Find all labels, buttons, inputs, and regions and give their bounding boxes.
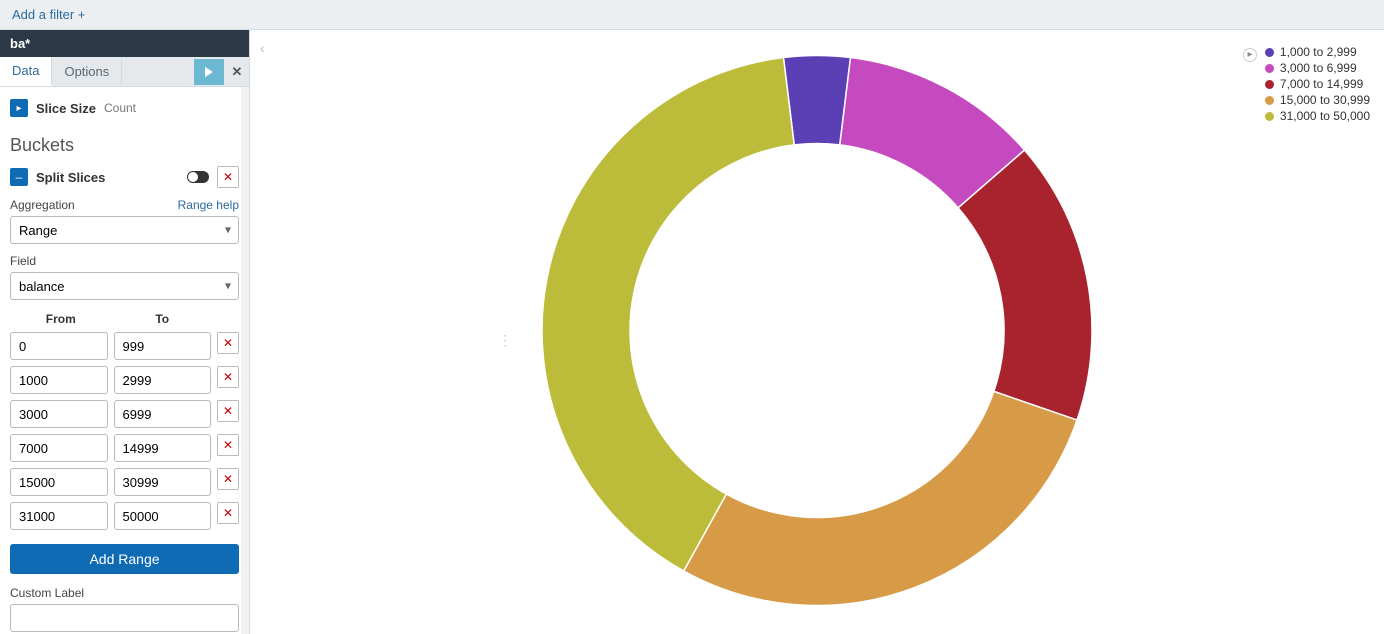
range-remove-button[interactable]: ✕ (217, 502, 239, 524)
range-from-input[interactable] (10, 502, 108, 530)
donut-chart (537, 51, 1097, 614)
editor-tab-row: Data Options ✕ (0, 57, 249, 87)
range-to-input[interactable] (114, 434, 212, 462)
from-header: From (10, 312, 112, 326)
add-range-button[interactable]: Add Range (10, 544, 239, 574)
split-slices-label: Split Slices (36, 170, 105, 185)
filter-bar: Add a filter + (0, 0, 1384, 30)
range-from-input[interactable] (10, 332, 108, 360)
vis-editor-panel: ba* Data Options ✕ ▸ Slice Size Count Bu… (0, 30, 250, 634)
legend-item[interactable]: 15,000 to 30,999 (1265, 92, 1370, 108)
aggregation-label: Aggregation (10, 198, 75, 212)
metric-row: ▸ Slice Size Count (10, 95, 239, 127)
legend-label: 15,000 to 30,999 (1280, 92, 1370, 108)
range-remove-button[interactable]: ✕ (217, 332, 239, 354)
donut-slice[interactable] (783, 56, 850, 145)
legend-item[interactable]: 1,000 to 2,999 (1265, 44, 1370, 60)
play-icon (204, 67, 214, 77)
aggregation-select[interactable] (10, 216, 239, 244)
discard-changes-button[interactable]: ✕ (225, 64, 249, 80)
custom-label-input[interactable] (10, 604, 239, 632)
legend-label: 7,000 to 14,999 (1280, 76, 1363, 92)
donut-slice[interactable] (684, 391, 1077, 605)
legend-swatch-icon (1265, 96, 1274, 105)
buckets-heading: Buckets (10, 135, 239, 156)
legend-item[interactable]: 7,000 to 14,999 (1265, 76, 1370, 92)
visualization-area: ‹ ⋮ ▸ 1,000 to 2,9993,000 to 6,9997,000 … (250, 30, 1384, 634)
range-row: ✕ (10, 400, 239, 428)
split-slices-row: – Split Slices ✕ (10, 166, 239, 188)
legend-label: 31,000 to 50,000 (1280, 108, 1370, 124)
range-from-input[interactable] (10, 434, 108, 462)
collapse-panel-icon[interactable]: ‹ (260, 40, 265, 56)
metric-toggle-icon[interactable]: ▸ (10, 99, 28, 117)
tab-options[interactable]: Options (52, 58, 122, 85)
range-to-input[interactable] (114, 502, 212, 530)
add-filter-link[interactable]: Add a filter + (12, 7, 85, 22)
legend: 1,000 to 2,9993,000 to 6,9997,000 to 14,… (1265, 44, 1370, 124)
legend-swatch-icon (1265, 80, 1274, 89)
range-remove-button[interactable]: ✕ (217, 366, 239, 388)
panel-scrollbar[interactable] (241, 87, 249, 634)
range-to-input[interactable] (114, 468, 212, 496)
legend-swatch-icon (1265, 64, 1274, 73)
split-enable-toggle[interactable] (187, 171, 209, 183)
metric-label: Slice Size (36, 101, 96, 116)
range-remove-button[interactable]: ✕ (217, 400, 239, 422)
split-collapse-icon[interactable]: – (10, 168, 28, 186)
legend-label: 1,000 to 2,999 (1280, 44, 1357, 60)
range-remove-button[interactable]: ✕ (217, 434, 239, 456)
field-label: Field (10, 254, 36, 268)
metric-value: Count (104, 101, 136, 115)
range-row: ✕ (10, 502, 239, 530)
range-to-input[interactable] (114, 332, 212, 360)
range-from-input[interactable] (10, 468, 108, 496)
index-pattern[interactable]: ba* (0, 30, 249, 57)
range-to-input[interactable] (114, 366, 212, 394)
tab-data[interactable]: Data (0, 57, 52, 86)
range-row: ✕ (10, 434, 239, 462)
add-filter-text: Add a filter (12, 7, 74, 22)
legend-swatch-icon (1265, 48, 1274, 57)
plus-icon: + (78, 7, 86, 22)
legend-swatch-icon (1265, 112, 1274, 121)
resize-handle[interactable]: ⋮ (498, 332, 512, 349)
to-header: To (112, 312, 214, 326)
legend-item[interactable]: 3,000 to 6,999 (1265, 60, 1370, 76)
range-row: ✕ (10, 366, 239, 394)
apply-changes-button[interactable] (194, 59, 224, 85)
legend-toggle-icon[interactable]: ▸ (1243, 48, 1257, 62)
range-from-input[interactable] (10, 366, 108, 394)
range-row: ✕ (10, 468, 239, 496)
legend-label: 3,000 to 6,999 (1280, 60, 1357, 76)
split-remove-button[interactable]: ✕ (217, 166, 239, 188)
range-help-link[interactable]: Range help (178, 198, 239, 212)
range-from-input[interactable] (10, 400, 108, 428)
field-select[interactable] (10, 272, 239, 300)
range-row: ✕ (10, 332, 239, 360)
custom-label-label: Custom Label (10, 586, 239, 600)
donut-slice[interactable] (958, 150, 1092, 420)
donut-slice[interactable] (542, 58, 794, 571)
range-to-input[interactable] (114, 400, 212, 428)
legend-item[interactable]: 31,000 to 50,000 (1265, 108, 1370, 124)
range-remove-button[interactable]: ✕ (217, 468, 239, 490)
